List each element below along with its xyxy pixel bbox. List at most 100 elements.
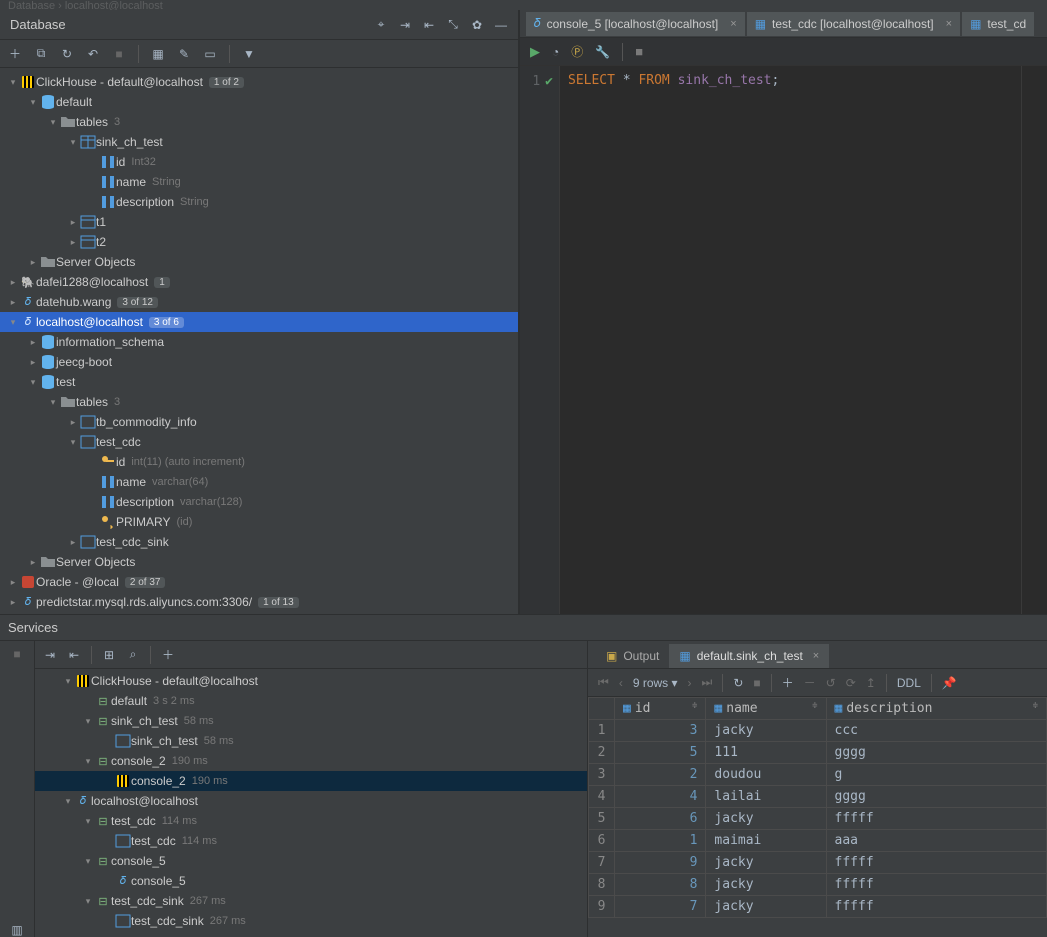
sv-testcdc-leaf[interactable]: test_cdc114 ms: [35, 831, 587, 851]
cell-id[interactable]: 8: [615, 874, 706, 896]
hide-icon[interactable]: —: [494, 18, 508, 32]
column-id[interactable]: idInt32: [0, 152, 518, 172]
prev-page-icon[interactable]: ‹: [619, 676, 623, 690]
sql-editor[interactable]: 1✔ SELECT * FROM sink_ch_test;: [520, 66, 1047, 614]
table-row[interactable]: 25111gggg: [589, 742, 1047, 764]
cell-name[interactable]: jacky: [706, 852, 826, 874]
wrench-icon[interactable]: 🔧: [595, 45, 610, 59]
datasource-oracle[interactable]: ▸Oracle - @local2 of 37: [0, 572, 518, 592]
add-icon[interactable]: ＋: [161, 648, 175, 662]
primary-key[interactable]: PRIMARY(id): [0, 512, 518, 532]
stop-icon[interactable]: ■: [753, 676, 760, 690]
tables-folder-test[interactable]: ▾tables3: [0, 392, 518, 412]
collapse-all-icon[interactable]: ⤡: [446, 18, 460, 32]
add-row-icon[interactable]: ＋: [782, 674, 794, 691]
column-description[interactable]: descriptionvarchar(128): [0, 492, 518, 512]
cell-name[interactable]: maimai: [706, 830, 826, 852]
stop-icon[interactable]: ■: [112, 47, 126, 61]
cell-id[interactable]: 6: [615, 808, 706, 830]
stop-icon[interactable]: ■: [10, 647, 24, 661]
explain-icon[interactable]: Ⓟ: [571, 43, 583, 60]
table-row[interactable]: 44lailaigggg: [589, 786, 1047, 808]
cell-id[interactable]: 2: [615, 764, 706, 786]
sv-console5[interactable]: ▾⊟console_5: [35, 851, 587, 871]
code-area[interactable]: SELECT * FROM sink_ch_test;: [560, 66, 1047, 614]
tab-result[interactable]: ▦default.sink_ch_test×: [669, 644, 829, 668]
column-id[interactable]: idint(11) (auto increment): [0, 452, 518, 472]
table-row[interactable]: 56jackyfffff: [589, 808, 1047, 830]
cell-id[interactable]: 1: [615, 830, 706, 852]
schema-test[interactable]: ▾test: [0, 372, 518, 392]
cell-name[interactable]: jacky: [706, 874, 826, 896]
console-icon[interactable]: ▭: [203, 47, 217, 61]
sv-console2[interactable]: ▾⊟console_2190 ms: [35, 751, 587, 771]
run-icon[interactable]: ▶: [530, 44, 540, 60]
server-objects[interactable]: ▸Server Objects: [0, 252, 518, 272]
cell-description[interactable]: fffff: [826, 874, 1046, 896]
editor-tab[interactable]: ▦test_cd: [962, 12, 1034, 36]
cell-name[interactable]: doudou: [706, 764, 826, 786]
column-description[interactable]: descriptionString: [0, 192, 518, 212]
duplicate-icon[interactable]: ⧉: [34, 47, 48, 61]
revert-icon[interactable]: ↺: [826, 676, 836, 690]
table-row[interactable]: 88jackyfffff: [589, 874, 1047, 896]
sv-console2-leaf[interactable]: console_2190 ms: [35, 771, 587, 791]
stop-icon[interactable]: ■: [635, 44, 643, 59]
schema-info[interactable]: ▸information_schema: [0, 332, 518, 352]
column-name[interactable]: nameString: [0, 172, 518, 192]
table-t1[interactable]: ▸t1: [0, 212, 518, 232]
last-page-icon[interactable]: ⏭: [702, 675, 713, 690]
cell-description[interactable]: gggg: [826, 786, 1046, 808]
table-row[interactable]: 61maimaiaaa: [589, 830, 1047, 852]
cell-name[interactable]: jacky: [706, 720, 826, 742]
table-row[interactable]: 13jackyccc: [589, 720, 1047, 742]
cell-id[interactable]: 5: [615, 742, 706, 764]
col-id[interactable]: ▦id≑: [615, 698, 706, 720]
schema-jeecg[interactable]: ▸jeecg-boot: [0, 352, 518, 372]
cell-description[interactable]: ccc: [826, 720, 1046, 742]
next-page-icon[interactable]: ›: [688, 676, 692, 690]
rows-label[interactable]: 9 rows ▾: [633, 676, 678, 690]
sv-console5-leaf[interactable]: 𝛿console_5: [35, 871, 587, 891]
layout-icon[interactable]: ▥: [10, 923, 24, 937]
datasource-localhost[interactable]: ▾𝛿localhost@localhost3 of 6: [0, 312, 518, 332]
first-page-icon[interactable]: ⏮: [598, 675, 609, 690]
rollback-icon[interactable]: ↶: [86, 47, 100, 61]
sv-localhost[interactable]: ▾𝛿localhost@localhost: [35, 791, 587, 811]
cell-description[interactable]: gggg: [826, 742, 1046, 764]
cell-name[interactable]: 111: [706, 742, 826, 764]
table-row[interactable]: 32doudoug: [589, 764, 1047, 786]
tab-output[interactable]: ▣Output: [596, 644, 669, 668]
services-tree[interactable]: ▾ClickHouse - default@localhost ⊟default…: [35, 669, 587, 937]
cell-description[interactable]: fffff: [826, 852, 1046, 874]
table-test-cdc[interactable]: ▾test_cdc: [0, 432, 518, 452]
sv-testcdc[interactable]: ▾⊟test_cdc114 ms: [35, 811, 587, 831]
cell-id[interactable]: 4: [615, 786, 706, 808]
remove-row-icon[interactable]: －: [804, 674, 816, 691]
expand-icon[interactable]: ⇥: [398, 18, 412, 32]
collapse-icon[interactable]: ⇤: [422, 18, 436, 32]
table-row[interactable]: 97jackyfffff: [589, 896, 1047, 918]
cell-id[interactable]: 7: [615, 896, 706, 918]
cell-name[interactable]: lailai: [706, 786, 826, 808]
col-desc[interactable]: ▦description≑: [826, 698, 1046, 720]
add-icon[interactable]: ＋: [8, 47, 22, 61]
cell-name[interactable]: jacky: [706, 896, 826, 918]
server-objects-2[interactable]: ▸Server Objects: [0, 552, 518, 572]
table-icon[interactable]: ▦: [151, 47, 165, 61]
reload-icon[interactable]: ↻: [733, 676, 743, 690]
datasource-clickhouse[interactable]: ▾ ClickHouse - default@localhost1 of 2: [0, 72, 518, 92]
pin-icon[interactable]: 📌: [942, 676, 957, 690]
table-test-cdc-sink[interactable]: ▸test_cdc_sink: [0, 532, 518, 552]
table-row[interactable]: 79jackyfffff: [589, 852, 1047, 874]
edit-icon[interactable]: ✎: [177, 47, 191, 61]
history-icon[interactable]: ◔: [552, 45, 559, 59]
submit-icon[interactable]: ↥: [866, 676, 876, 690]
refresh-icon[interactable]: ↻: [60, 47, 74, 61]
sv-sink[interactable]: ▾⊟sink_ch_test58 ms: [35, 711, 587, 731]
col-name[interactable]: ▦name≑: [706, 698, 826, 720]
expand-icon[interactable]: ⇥: [43, 648, 57, 662]
close-icon[interactable]: ×: [730, 18, 736, 30]
cell-description[interactable]: fffff: [826, 808, 1046, 830]
cell-description[interactable]: aaa: [826, 830, 1046, 852]
